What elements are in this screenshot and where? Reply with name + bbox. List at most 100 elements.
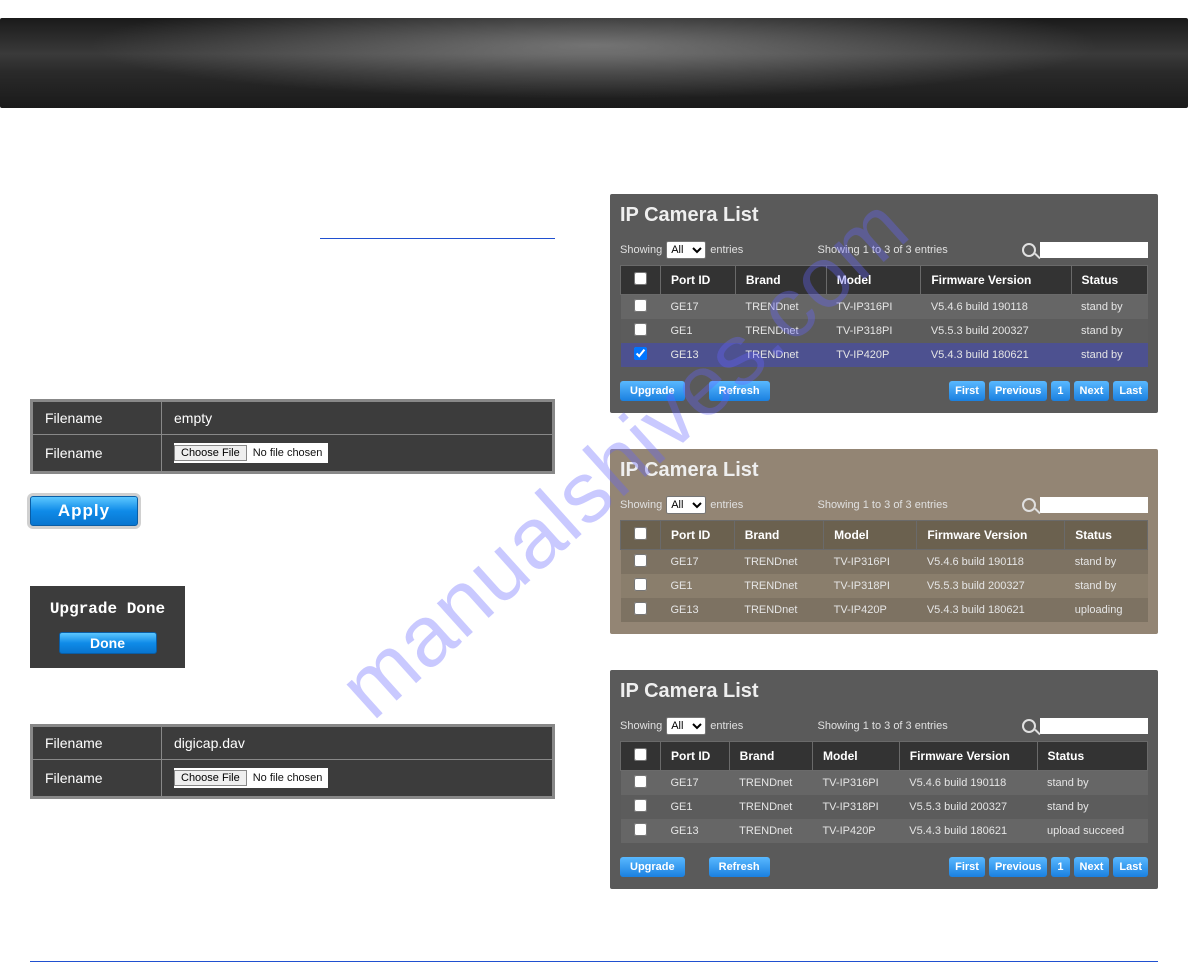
select-all-checkbox[interactable]: [634, 748, 647, 761]
cell-status: stand by: [1037, 771, 1148, 796]
entries-label: entries: [710, 244, 743, 256]
file-input[interactable]: Choose File No file chosen: [174, 768, 328, 788]
done-button[interactable]: Done: [59, 632, 157, 654]
table-toolbar: ShowingAllentriesShowing 1 to 3 of 3 ent…: [620, 496, 1148, 514]
entries-select[interactable]: All: [666, 496, 706, 514]
cell-model: TV-IP420P: [824, 598, 917, 622]
page-1-button[interactable]: 1: [1051, 381, 1069, 401]
first-button[interactable]: First: [949, 857, 985, 877]
filename-value: empty: [174, 410, 212, 426]
upgrade-button[interactable]: Upgrade: [620, 381, 685, 401]
row-checkbox[interactable]: [634, 602, 647, 615]
entries-select[interactable]: All: [666, 717, 706, 735]
choose-file-button[interactable]: Choose File: [174, 445, 247, 461]
search-icon: [1022, 498, 1036, 512]
table-header: Model: [826, 266, 921, 295]
row-checkbox[interactable]: [634, 799, 647, 812]
pager: Upgrade Refresh FirstPrevious1NextLast: [620, 857, 1148, 877]
cell-model: TV-IP316PI: [824, 550, 917, 575]
cell-status: stand by: [1071, 319, 1147, 343]
cell-model: TV-IP420P: [826, 343, 921, 367]
table-row[interactable]: GE13TRENDnetTV-IP420PV5.4.3 build 180621…: [621, 819, 1148, 843]
cell-fw: V5.4.6 build 190118: [921, 295, 1071, 320]
table-header: Port ID: [661, 266, 736, 295]
select-all-checkbox[interactable]: [634, 527, 647, 540]
showing-label: Showing: [620, 720, 662, 732]
table-header: Brand: [729, 742, 812, 771]
cell-brand: TRENDnet: [735, 319, 826, 343]
search-icon: [1022, 719, 1036, 733]
cell-portid: GE17: [661, 550, 735, 575]
table-header: Brand: [735, 266, 826, 295]
first-button[interactable]: First: [949, 381, 985, 401]
row-checkbox[interactable]: [634, 775, 647, 788]
search-input[interactable]: [1040, 242, 1148, 258]
cell-fw: V5.5.3 build 200327: [921, 319, 1071, 343]
table-row[interactable]: GE17TRENDnetTV-IP316PIV5.4.6 build 19011…: [621, 295, 1148, 320]
row-checkbox[interactable]: [634, 323, 647, 336]
cell-portid: GE1: [661, 795, 730, 819]
filename-label: Filename: [32, 401, 162, 435]
showing-summary: Showing 1 to 3 of 3 entries: [743, 244, 1022, 256]
showing-label: Showing: [620, 499, 662, 511]
cell-fw: V5.4.6 build 190118: [899, 771, 1037, 796]
select-all-checkbox[interactable]: [634, 272, 647, 285]
row-checkbox[interactable]: [634, 578, 647, 591]
table-row[interactable]: GE1TRENDnetTV-IP318PIV5.5.3 build 200327…: [621, 319, 1148, 343]
table-row[interactable]: GE13TRENDnetTV-IP420PV5.4.3 build 180621…: [621, 598, 1148, 622]
search-wrap: [1022, 242, 1148, 258]
cell-status: stand by: [1065, 550, 1148, 575]
page-1-button[interactable]: 1: [1051, 857, 1069, 877]
table-row[interactable]: GE17TRENDnetTV-IP316PIV5.4.6 build 19011…: [621, 550, 1148, 575]
table-header: Port ID: [661, 521, 735, 550]
cell-status: stand by: [1065, 574, 1148, 598]
filename-label: Filename: [32, 760, 162, 798]
file-input[interactable]: Choose File No file chosen: [174, 443, 328, 463]
table-toolbar: ShowingAllentriesShowing 1 to 3 of 3 ent…: [620, 241, 1148, 259]
cell-status: stand by: [1037, 795, 1148, 819]
previous-button[interactable]: Previous: [989, 857, 1047, 877]
table-header: Firmware Version: [917, 521, 1065, 550]
table-row[interactable]: GE1TRENDnetTV-IP318PIV5.5.3 build 200327…: [621, 574, 1148, 598]
refresh-button[interactable]: Refresh: [709, 381, 770, 401]
search-input[interactable]: [1040, 718, 1148, 734]
row-checkbox[interactable]: [634, 347, 647, 360]
panel-title: IP Camera List: [620, 204, 1148, 227]
cell-brand: TRENDnet: [729, 771, 812, 796]
next-button[interactable]: Next: [1074, 381, 1110, 401]
row-checkbox[interactable]: [634, 299, 647, 312]
cell-model: TV-IP318PI: [812, 795, 899, 819]
cell-portid: GE13: [661, 598, 735, 622]
panel-title: IP Camera List: [620, 459, 1148, 482]
cell-model: TV-IP316PI: [812, 771, 899, 796]
table-row[interactable]: GE1TRENDnetTV-IP318PIV5.5.3 build 200327…: [621, 795, 1148, 819]
search-input[interactable]: [1040, 497, 1148, 513]
apply-button[interactable]: Apply: [30, 496, 138, 526]
entries-select[interactable]: All: [666, 241, 706, 259]
refresh-button[interactable]: Refresh: [709, 857, 770, 877]
last-button[interactable]: Last: [1113, 857, 1148, 877]
upgrade-button[interactable]: Upgrade: [620, 857, 685, 877]
filename-label: Filename: [32, 726, 162, 760]
table-row[interactable]: GE13TRENDnetTV-IP420PV5.4.3 build 180621…: [621, 343, 1148, 367]
search-icon: [1022, 243, 1036, 257]
table-header: Firmware Version: [921, 266, 1071, 295]
showing-summary: Showing 1 to 3 of 3 entries: [743, 499, 1022, 511]
table-header: Status: [1037, 742, 1148, 771]
table-header: Status: [1071, 266, 1147, 295]
cell-model: TV-IP318PI: [824, 574, 917, 598]
ip-camera-list-panel: IP Camera ListShowingAllentriesShowing 1…: [610, 194, 1158, 413]
table-row[interactable]: GE17TRENDnetTV-IP316PIV5.4.6 build 19011…: [621, 771, 1148, 796]
table-header: Model: [824, 521, 917, 550]
choose-file-button[interactable]: Choose File: [174, 770, 247, 786]
last-button[interactable]: Last: [1113, 381, 1148, 401]
previous-button[interactable]: Previous: [989, 381, 1047, 401]
ip-camera-list-panel: IP Camera ListShowingAllentriesShowing 1…: [610, 449, 1158, 634]
upgrade-done-dialog: Upgrade Done Done: [30, 586, 185, 668]
next-button[interactable]: Next: [1074, 857, 1110, 877]
camera-table: Port IDBrandModelFirmware VersionStatusG…: [620, 741, 1148, 843]
search-wrap: [1022, 718, 1148, 734]
row-checkbox[interactable]: [634, 823, 647, 836]
row-checkbox[interactable]: [634, 554, 647, 567]
cell-brand: TRENDnet: [734, 598, 823, 622]
